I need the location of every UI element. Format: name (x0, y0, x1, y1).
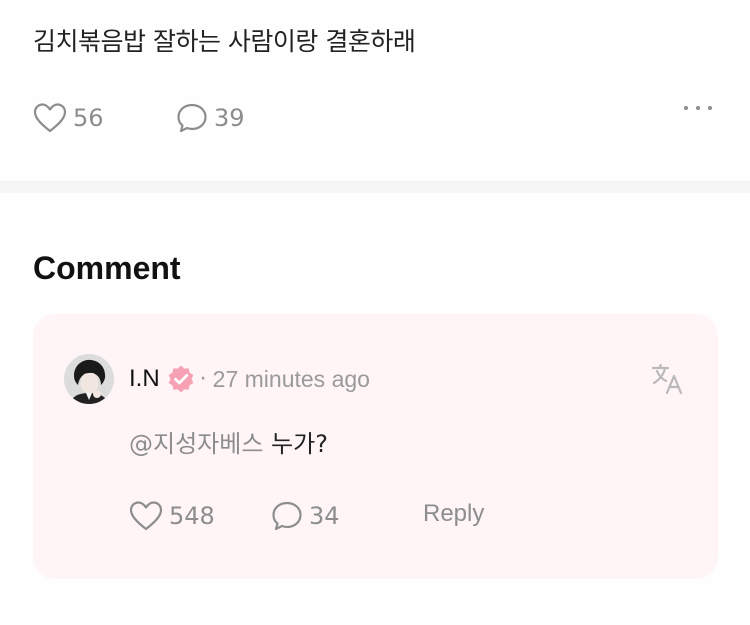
avatar[interactable] (64, 354, 114, 404)
post-comment-button[interactable]: 39 (176, 102, 245, 134)
speech-bubble-icon (271, 500, 303, 532)
reply-button[interactable]: Reply (423, 500, 484, 528)
post-text: 김치볶음밥 잘하는 사람이랑 결혼하래 (33, 27, 416, 56)
comment-timestamp: 27 minutes ago (212, 365, 370, 392)
more-horizontal-icon (684, 106, 688, 110)
post-comment-count: 39 (214, 104, 245, 132)
comment-author-row: I.N · 27 minutes ago (129, 364, 370, 394)
verified-badge-icon (166, 364, 196, 394)
comment-body: @지성자베스 누가? (129, 424, 328, 459)
post-like-count: 56 (73, 104, 104, 132)
comment-like-button[interactable]: 548 (129, 500, 215, 532)
comment-section-title: Comment (33, 250, 181, 286)
post-actions: 56 39 (33, 98, 712, 138)
speech-bubble-icon (176, 102, 208, 134)
comment-body-text: 누가? (263, 430, 328, 458)
comment-like-count: 548 (169, 502, 215, 530)
section-divider (0, 181, 750, 193)
comment-card: I.N · 27 minutes ago @지성자베스 누가? 548 34 R… (33, 314, 718, 579)
mention-link[interactable]: @지성자베스 (129, 430, 263, 458)
more-options-button[interactable] (684, 106, 712, 110)
heart-icon (33, 102, 67, 134)
comment-reply-count: 34 (309, 502, 340, 530)
translate-icon[interactable] (650, 362, 684, 396)
heart-icon (129, 500, 163, 532)
comment-author-name[interactable]: I.N (129, 365, 160, 393)
comment-reply-count-button[interactable]: 34 (271, 500, 340, 532)
post-like-button[interactable]: 56 (33, 102, 104, 134)
meta-separator: · (199, 366, 207, 392)
